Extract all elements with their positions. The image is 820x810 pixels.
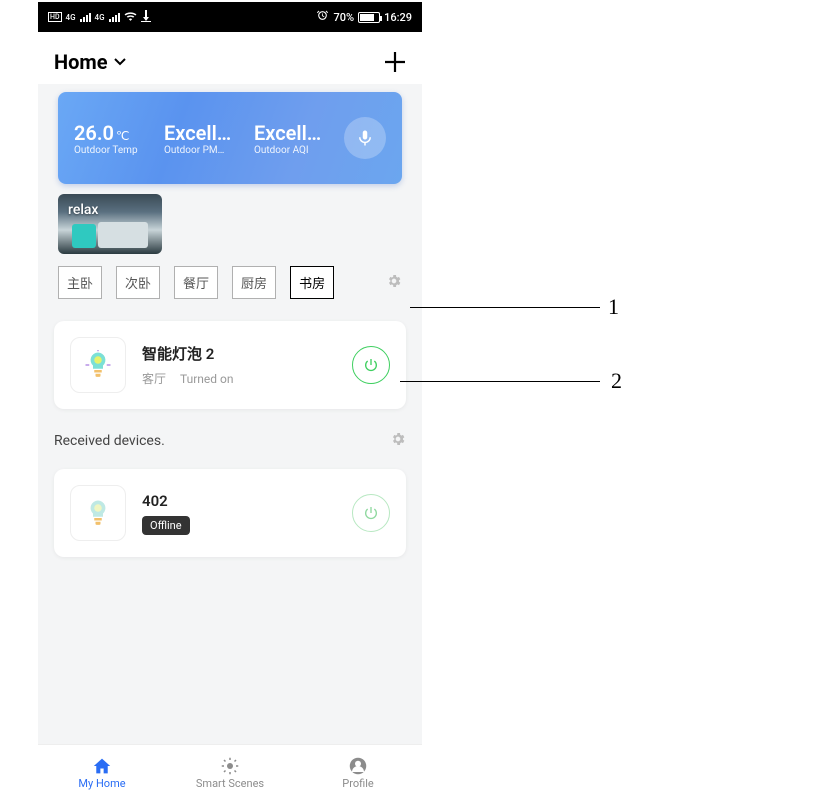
- power-icon: [363, 505, 379, 521]
- nav-label: Smart Scenes: [196, 777, 264, 790]
- battery-icon: [358, 12, 380, 23]
- room-tab-2[interactable]: 餐厅: [174, 266, 218, 299]
- device-icon: [70, 337, 126, 393]
- device-power-button[interactable]: [352, 494, 390, 532]
- callout-line-2: [400, 381, 600, 382]
- device-power-button[interactable]: [352, 346, 390, 384]
- room-tab-3[interactable]: 厨房: [232, 266, 276, 299]
- received-settings-button[interactable]: [390, 431, 406, 451]
- room-tabs: 主卧 次卧 餐厅 厨房 书房: [38, 254, 422, 307]
- callout-line-1: [410, 307, 600, 308]
- header: Home: [38, 32, 422, 84]
- device-status: Turned on: [180, 372, 234, 386]
- home-icon: [92, 757, 112, 775]
- rooms-settings-button[interactable]: [386, 273, 402, 293]
- statusbar: HD 4G 4G 70% 16:29: [38, 2, 422, 32]
- voice-button[interactable]: [344, 117, 386, 159]
- received-devices-title: Received devices.: [54, 433, 165, 449]
- signal-bars-1: [80, 12, 91, 22]
- device-room: 客厅: [142, 370, 166, 387]
- nav-my-home[interactable]: My Home: [38, 745, 166, 802]
- device-card[interactable]: 智能灯泡 2 客厅 Turned on: [54, 321, 406, 409]
- home-switcher[interactable]: Home: [54, 50, 126, 74]
- alarm-icon: [316, 9, 329, 25]
- device-meta: 402 Offline: [142, 492, 336, 535]
- wifi-icon: [124, 10, 137, 24]
- signal-bars-2: [109, 12, 120, 22]
- received-device-card[interactable]: 402 Offline: [54, 469, 406, 557]
- weather-card[interactable]: 26.0℃ Outdoor Temp Excell… Outdoor PM… E…: [58, 92, 402, 184]
- profile-icon: [349, 757, 367, 775]
- nav-label: Profile: [342, 777, 373, 790]
- room-tab-4[interactable]: 书房: [290, 266, 334, 299]
- mic-icon: [356, 129, 374, 147]
- received-devices-header: Received devices.: [54, 409, 406, 455]
- scenes-row: relax: [38, 194, 422, 254]
- callout-label-2: 2: [611, 368, 622, 394]
- bulb-icon: [83, 498, 113, 528]
- device-icon: [70, 485, 126, 541]
- nav-profile[interactable]: Profile: [294, 745, 422, 802]
- app-frame: HD 4G 4G 70% 16:29 Home: [38, 2, 422, 802]
- net2-4g-badge: 4G: [95, 13, 105, 22]
- offline-badge: Offline: [142, 516, 190, 535]
- callout-label-1: 1: [608, 294, 619, 320]
- outdoor-temp-metric: 26.0℃ Outdoor Temp: [74, 121, 150, 156]
- hd-badge: HD: [48, 12, 62, 22]
- nav-label: My Home: [78, 777, 125, 790]
- power-icon: [363, 357, 379, 373]
- gear-icon: [386, 273, 402, 289]
- room-tab-0[interactable]: 主卧: [58, 266, 102, 299]
- scene-label: relax: [68, 202, 98, 218]
- net1-4g-badge: 4G: [66, 13, 76, 22]
- add-button[interactable]: [384, 51, 406, 74]
- header-title: Home: [54, 50, 108, 74]
- device-name: 402: [142, 492, 336, 510]
- gear-icon: [390, 431, 406, 447]
- outdoor-aqi-metric: Excell… Outdoor AQI: [254, 121, 330, 156]
- battery-pct: 70%: [333, 11, 354, 24]
- scenes-icon: [221, 757, 239, 775]
- device-meta: 智能灯泡 2 客厅 Turned on: [142, 343, 336, 387]
- download-icon: [141, 10, 151, 25]
- scene-relax[interactable]: relax: [58, 194, 162, 254]
- clock-text: 16:29: [384, 11, 412, 24]
- chevron-down-icon: [114, 54, 126, 70]
- device-list: 智能灯泡 2 客厅 Turned on Received devices. 40…: [38, 321, 422, 557]
- outdoor-pm-metric: Excell… Outdoor PM…: [164, 121, 240, 156]
- bottom-nav: My Home Smart Scenes Profile: [38, 744, 422, 802]
- device-name: 智能灯泡 2: [142, 343, 336, 364]
- bulb-icon: [83, 350, 113, 380]
- nav-smart-scenes[interactable]: Smart Scenes: [166, 745, 294, 802]
- room-tab-1[interactable]: 次卧: [116, 266, 160, 299]
